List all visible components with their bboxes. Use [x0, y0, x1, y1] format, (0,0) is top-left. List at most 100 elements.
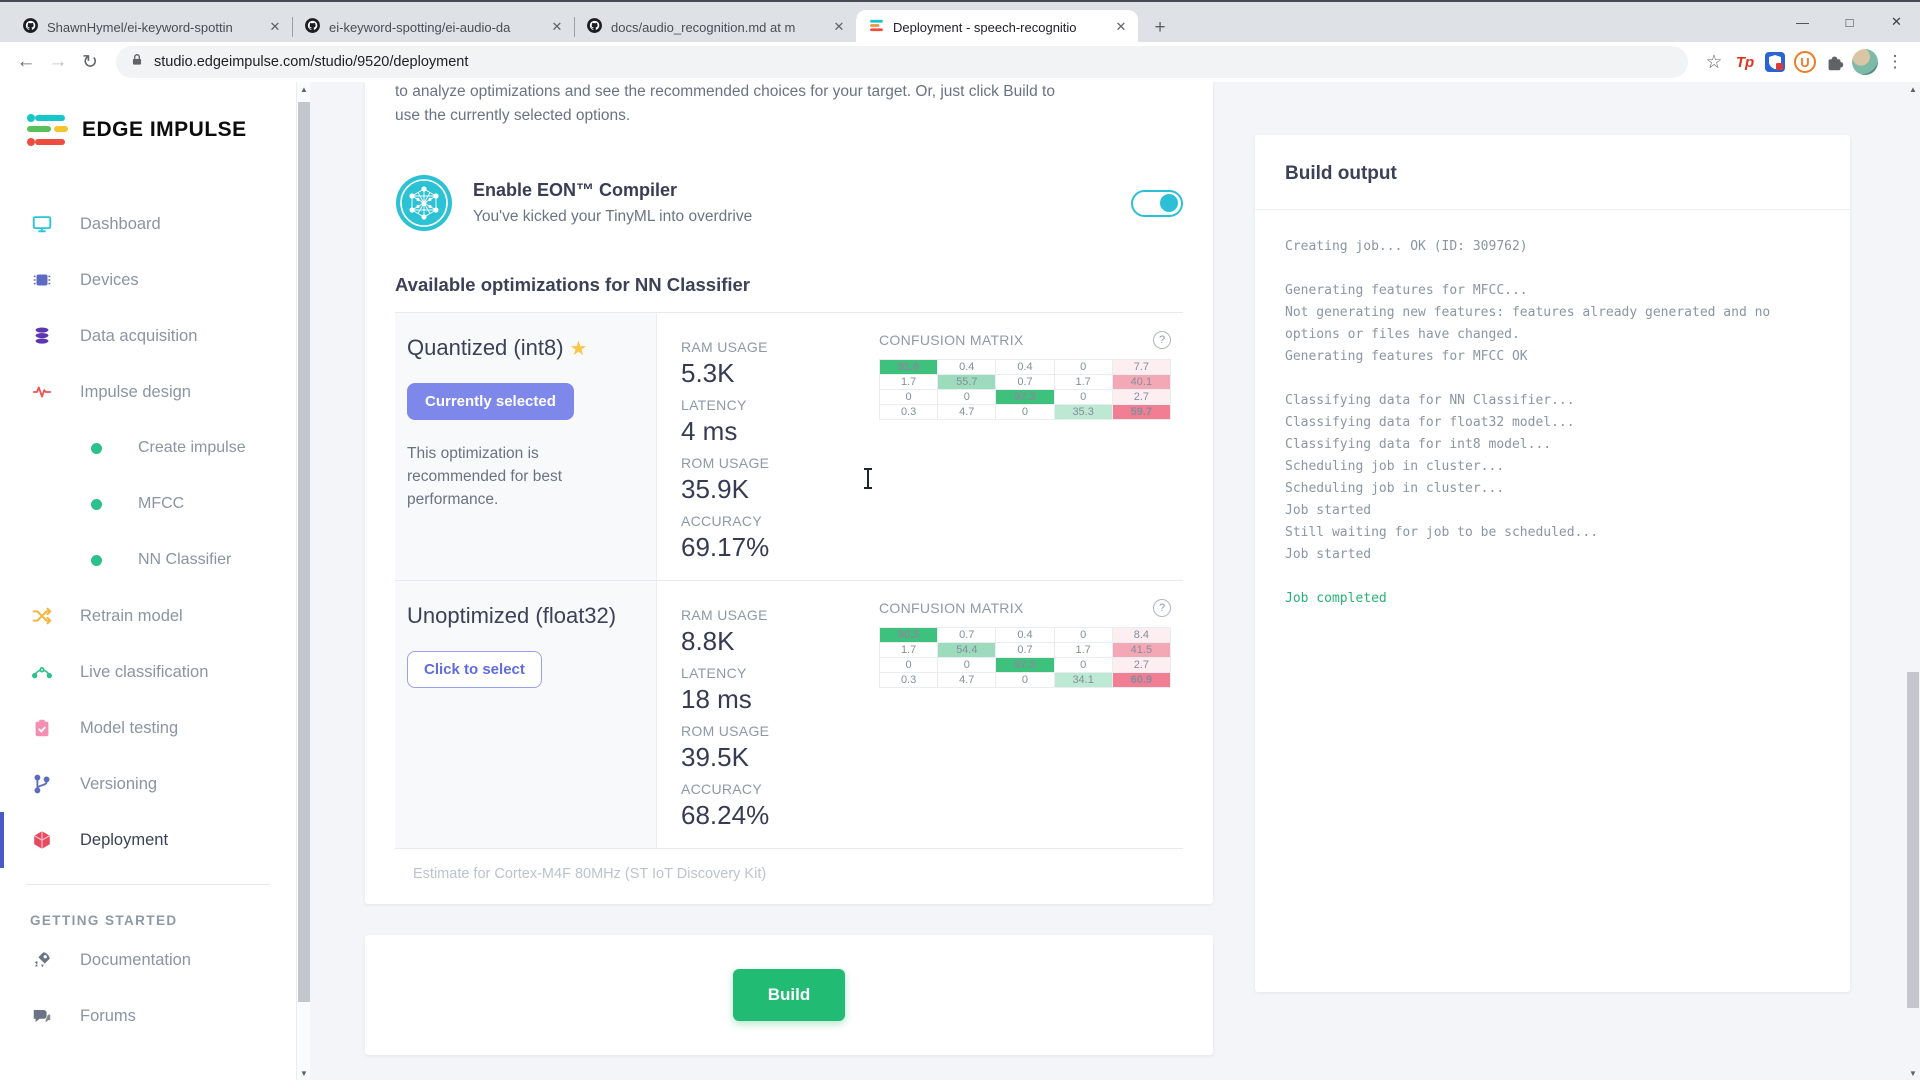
shuffle-icon [30, 605, 54, 627]
tab-close-icon[interactable]: ✕ [830, 18, 848, 36]
profile-avatar[interactable] [1850, 47, 1880, 77]
matrix-cell: 35.3 [1054, 405, 1112, 420]
back-button[interactable]: ← [10, 46, 42, 78]
nav-label: NN Classifier [138, 551, 231, 569]
green-dot-icon [84, 555, 108, 566]
tab-close-icon[interactable]: ✕ [266, 18, 284, 36]
stat-label: ROM USAGE [681, 723, 855, 739]
matrix-cell: 0 [1054, 390, 1112, 405]
sidebar-item-documentation[interactable]: Documentation [0, 932, 296, 988]
close-button[interactable]: ✕ [1873, 2, 1920, 42]
ublock-extension-icon[interactable]: U [1790, 47, 1820, 77]
console-line: Job started [1285, 500, 1820, 522]
eon-subtitle: You've kicked your TinyML into overdrive [473, 208, 752, 226]
optimization-stats: RAM USAGE 5.3K LATENCY 4 ms ROM USAGE 35… [657, 313, 855, 580]
bezier-icon [30, 661, 54, 683]
build-button[interactable]: Build [733, 969, 846, 1021]
optimization-row-quantized: Quantized (int8)★ Currently selected Thi… [395, 313, 1183, 581]
nav-label: Forums [80, 1007, 136, 1026]
sidebar-item-retrain-model[interactable]: Retrain model [0, 588, 296, 644]
forward-button[interactable]: → [42, 46, 74, 78]
matrix-cell: 97.3 [996, 390, 1054, 405]
deployment-options-card: to analyze optimizations and see the rec… [365, 82, 1213, 904]
logo-text: EDGE IMPULSE [82, 118, 247, 142]
sidebar-item-create-impulse[interactable]: Create impulse [0, 420, 296, 476]
tab-close-icon[interactable]: ✕ [1112, 18, 1130, 36]
matrix-cell: 0.7 [996, 375, 1054, 390]
rocket-icon [30, 949, 54, 971]
matrix-cell: 0 [1054, 360, 1112, 375]
console-line: Still waiting for job to be scheduled... [1285, 522, 1820, 544]
bitwarden-extension-icon[interactable] [1760, 47, 1790, 77]
matrix-cell: 0 [880, 390, 938, 405]
bookmark-star-icon[interactable]: ☆ [1698, 46, 1730, 78]
scroll-up-arrow[interactable]: ▲ [297, 82, 311, 96]
scroll-down-arrow[interactable]: ▼ [1906, 1066, 1920, 1080]
tab-close-icon[interactable]: ✕ [548, 18, 566, 36]
console-line: Generating features for MFCC... [1285, 280, 1820, 302]
github-icon [304, 17, 321, 37]
browser-toolbar: ← → ↻ studio.edgeimpulse.com/studio/9520… [0, 42, 1920, 82]
sidebar-item-versioning[interactable]: Versioning [0, 756, 296, 812]
matrix-cell: 1.7 [880, 643, 938, 658]
console-line [1285, 368, 1820, 390]
sidebar-item-mfcc[interactable]: MFCC [0, 476, 296, 532]
sidebar-item-data-acquisition[interactable]: Data acquisition [0, 308, 296, 364]
browser-menu-button[interactable]: ⋮ [1880, 47, 1910, 77]
sidebar-item-forums[interactable]: Forums [0, 988, 296, 1044]
sidebar-nav: DashboardDevicesData acquisitionImpulse … [0, 196, 296, 868]
matrix-cell: 0.4 [938, 360, 996, 375]
tab-title: docs/audio_recognition.md at m [611, 20, 822, 35]
edge-impulse-logo[interactable]: EDGE IMPULSE [26, 112, 296, 148]
scroll-up-arrow[interactable]: ▲ [1906, 82, 1920, 96]
browser-tab-3[interactable]: Deployment - speech-recognitio ✕ [856, 10, 1138, 44]
tab-title: Deployment - speech-recognitio [893, 20, 1104, 35]
sidebar-bottom-nav: Documentation Forums [0, 932, 296, 1044]
browser-tab-2[interactable]: docs/audio_recognition.md at m ✕ [574, 10, 856, 44]
sidebar-scrollbar[interactable]: ▲ ▼ [296, 82, 310, 1080]
minimize-button[interactable]: — [1779, 2, 1826, 42]
matrix-cell: 40.1 [1112, 375, 1170, 390]
currently-selected-button[interactable]: Currently selected [407, 383, 574, 420]
browser-tab-0[interactable]: ShawnHymel/ei-keyword-spottin✕ [10, 10, 292, 44]
page-scrollbar[interactable]: ▲ ▼ [1906, 82, 1920, 1080]
build-card: Build [365, 935, 1213, 1055]
stat-label: LATENCY [681, 397, 855, 413]
matrix-cell: 59.7 [1112, 405, 1170, 420]
monitor-icon [30, 213, 54, 235]
github-icon [586, 17, 603, 37]
stat-label: RAM USAGE [681, 339, 855, 355]
sidebar-item-deployment[interactable]: Deployment [0, 812, 296, 868]
sidebar-item-dashboard[interactable]: Dashboard [0, 196, 296, 252]
sidebar-item-nn-classifier[interactable]: NN Classifier [0, 532, 296, 588]
matrix-cell: 0 [1054, 628, 1112, 643]
tampermonkey-extension-icon[interactable]: Tp [1730, 47, 1760, 77]
reload-button[interactable]: ↻ [74, 46, 106, 78]
scrollbar-thumb[interactable] [298, 102, 310, 1002]
matrix-cell: 97.3 [996, 658, 1054, 673]
browser-titlebar: ShawnHymel/ei-keyword-spottin✕ei-keyword… [0, 0, 1920, 42]
green-dot-icon [84, 499, 108, 510]
browser-tab-1[interactable]: ei-keyword-spotting/ei-audio-da✕ [292, 10, 574, 44]
url-text[interactable]: studio.edgeimpulse.com/studio/9520/deplo… [154, 54, 1674, 70]
scrollbar-thumb[interactable] [1907, 672, 1919, 1008]
matrix-cell: 41.5 [1112, 643, 1170, 658]
extensions-puzzle-icon[interactable] [1820, 47, 1850, 77]
address-bar[interactable]: studio.edgeimpulse.com/studio/9520/deplo… [116, 46, 1688, 78]
console-line: Classifying data for NN Classifier... [1285, 390, 1820, 412]
click-to-select-button[interactable]: Click to select [407, 651, 542, 688]
sidebar-item-devices[interactable]: Devices [0, 252, 296, 308]
help-icon[interactable]: ? [1153, 599, 1171, 617]
sidebar-item-impulse-design[interactable]: Impulse design [0, 364, 296, 420]
scroll-down-arrow[interactable]: ▼ [297, 1066, 311, 1080]
optimization-row-unoptimized: Unoptimized (float32) Click to select RA… [395, 581, 1183, 849]
matrix-cell: 34.1 [1054, 673, 1112, 688]
sidebar-item-live-classification[interactable]: Live classification [0, 644, 296, 700]
eon-toggle-switch[interactable] [1131, 190, 1183, 217]
clipboard-icon [30, 717, 54, 739]
console-line: Not generating new features: features al… [1285, 302, 1820, 346]
help-icon[interactable]: ? [1153, 331, 1171, 349]
sidebar-item-model-testing[interactable]: Model testing [0, 700, 296, 756]
new-tab-button[interactable]: + [1146, 14, 1174, 42]
maximize-button[interactable]: □ [1826, 2, 1873, 42]
